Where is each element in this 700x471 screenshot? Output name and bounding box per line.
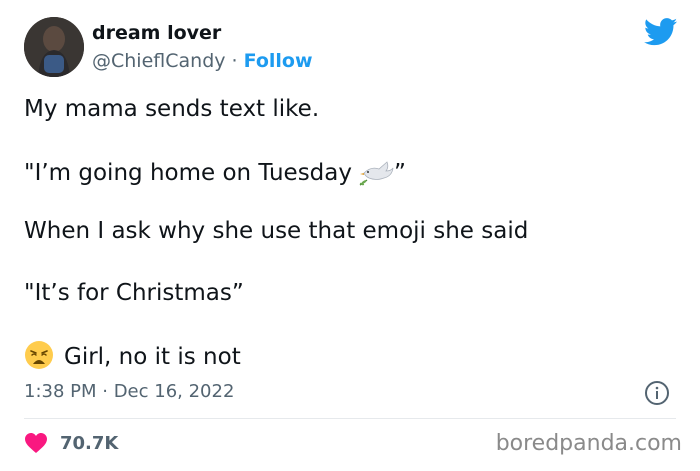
tweet-line-5: Girl, no it is not xyxy=(24,340,241,370)
tweet-card: dream lover @ChieflCandy · Follow My mam… xyxy=(0,0,700,471)
weary-face-emoji xyxy=(25,341,53,369)
tweet-timestamp[interactable]: 1:38 PM · Dec 16, 2022 xyxy=(24,381,234,402)
tweet-line-3: When I ask why she use that emoji she sa… xyxy=(24,218,529,244)
dove-emoji xyxy=(359,161,394,186)
avatar[interactable] xyxy=(24,17,84,77)
tweet-line-1: My mama sends text like. xyxy=(24,96,320,122)
heart-icon xyxy=(25,433,47,453)
tweet-line-2-text: "I’m going home on Tuesday xyxy=(24,160,352,186)
divider xyxy=(24,418,676,419)
twitter-bird-icon[interactable] xyxy=(644,18,678,46)
watermark: boredpanda.com xyxy=(495,431,682,456)
handle-row: @ChieflCandy · Follow xyxy=(92,50,313,72)
tweet-line-2-close-quote: ” xyxy=(394,160,406,186)
avatar-photo xyxy=(24,17,84,77)
author-handle[interactable]: @ChieflCandy xyxy=(92,50,226,72)
author-name[interactable]: dream lover xyxy=(92,22,221,44)
tweet-line-4: "It’s for Christmas” xyxy=(24,280,244,306)
like-count: 70.7K xyxy=(60,432,119,454)
handle-separator: · xyxy=(225,50,244,72)
like-button[interactable]: 70.7K xyxy=(24,432,118,454)
follow-button[interactable]: Follow xyxy=(244,50,313,72)
tweet-line-2: "I’m going home on Tuesday ” xyxy=(24,156,406,186)
tweet-line-5-text: Girl, no it is not xyxy=(64,344,241,370)
info-icon[interactable] xyxy=(644,380,670,406)
